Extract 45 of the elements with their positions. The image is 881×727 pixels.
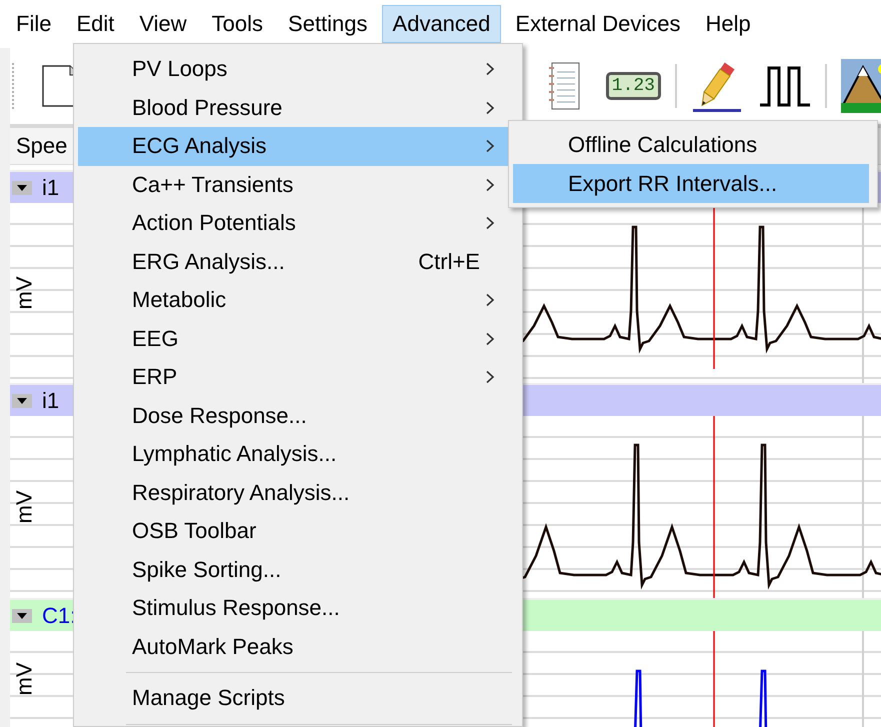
menu-item[interactable]: Stimulus Response... (78, 589, 512, 628)
menu-item[interactable]: Help (694, 5, 762, 43)
collapse-button[interactable] (12, 608, 32, 622)
menu-item[interactable]: ERG Analysis... Ctrl+E (78, 242, 512, 281)
menu-item[interactable]: Ca++ Transients (78, 166, 512, 204)
unit-label: mV (12, 490, 38, 524)
collapse-button[interactable] (12, 180, 32, 194)
numeric-display-button[interactable]: 1.23 (606, 72, 661, 100)
caret-down-icon (17, 184, 27, 190)
menu-item[interactable]: Edit (65, 5, 126, 43)
unit-label: mV (12, 662, 38, 696)
menu-item[interactable]: PV Loops (78, 50, 512, 88)
menu-item[interactable]: Respiratory Analysis... (78, 474, 512, 512)
menu-item[interactable]: ERP (78, 358, 512, 396)
menu-item[interactable]: Lymphatic Analysis... (78, 435, 512, 474)
caret-down-icon (17, 398, 27, 404)
menu-item[interactable]: Settings (277, 5, 379, 43)
notepad-icon[interactable] (548, 62, 580, 110)
speed-label: Spee (16, 133, 68, 159)
channel-name: i1 (42, 174, 60, 200)
menu-item[interactable]: Export RR Intervals... (513, 164, 869, 203)
shortcut-text: Ctrl+E (418, 248, 480, 275)
unit-label: mV (12, 276, 38, 310)
menu-item[interactable]: Blood Pressure (78, 88, 512, 127)
caret-down-icon (17, 612, 27, 618)
menu-item[interactable]: External Devices (504, 5, 692, 43)
channel-name: i1 (42, 388, 60, 414)
menu-item[interactable]: Advanced (382, 5, 502, 43)
menu-item[interactable]: Spike Sorting... (78, 550, 512, 589)
pencil-icon[interactable] (691, 60, 743, 112)
collapse-button[interactable] (12, 394, 32, 408)
menu-item[interactable]: View (128, 5, 198, 43)
channel-name: C1: (42, 602, 76, 628)
menu-item[interactable]: OSB Toolbar (78, 512, 512, 550)
menu-item[interactable]: File (5, 5, 62, 43)
square-wave-icon[interactable] (759, 65, 811, 107)
menu-item[interactable]: Manage Scripts (78, 679, 512, 718)
menu-item[interactable]: AutoMark Peaks (78, 628, 512, 666)
mountain-icon[interactable] (841, 59, 881, 113)
menu-item[interactable]: EEG (78, 320, 512, 358)
menu-item[interactable]: Offline Calculations (513, 125, 869, 164)
menu-item[interactable]: Action Potentials (78, 204, 512, 242)
menu-item[interactable]: Metabolic (78, 281, 512, 320)
menu-item[interactable]: Tools (200, 5, 274, 43)
menu-item[interactable]: Dose Response... (78, 396, 512, 435)
